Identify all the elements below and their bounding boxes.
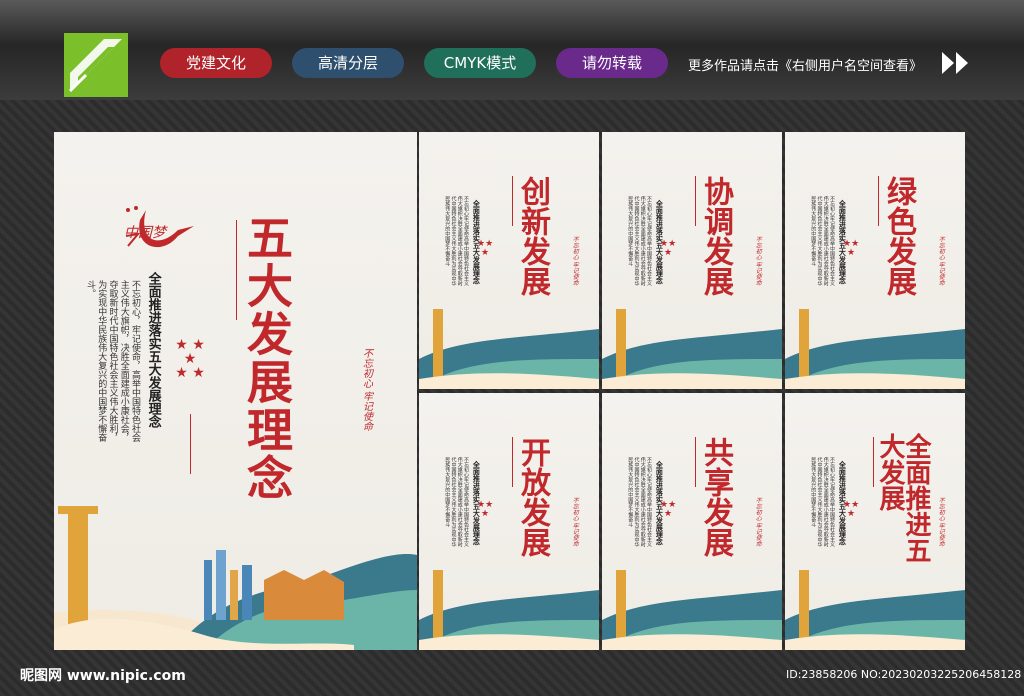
city-landscape	[602, 309, 782, 389]
tag-no-repost[interactable]: 请勿转载	[556, 48, 668, 78]
poster-sharing: 共享发展 ★★ ★ 全面推进落实五大发展理念 不忘初心牢记使命高举中国特色社会主义…	[602, 393, 782, 650]
main-title: 五大发展理念	[240, 214, 294, 502]
city-landscape	[419, 309, 599, 389]
title-divider	[236, 220, 237, 320]
poster-title: 绿色发展	[881, 176, 916, 296]
more-works-link[interactable]: 更多作品请点击《右侧用户名空间查看》	[688, 55, 922, 74]
title-divider	[695, 176, 696, 226]
main-subtitle: 全面推进落实五大发展理念	[145, 272, 161, 428]
main-body-text: 不忘初心，牢记使命，高举中国特色社会主义伟大旗帜，决胜全面建成小康社会，夺取新时…	[85, 280, 140, 442]
poster-subtitle: 全面推进落实五大发展理念	[472, 461, 482, 545]
poster-subtitle: 全面推进落实五大发展理念	[655, 461, 665, 545]
poster-title: 共享发展	[698, 437, 733, 557]
poster-title: 开放发展	[515, 437, 550, 557]
site-logo	[64, 33, 128, 97]
double-arrow-icon[interactable]	[942, 52, 972, 74]
city-landscape	[785, 309, 965, 389]
poster-comprehensive: 全面推进五大发展 ★★ ★ 全面推进落实五大发展理念 不忘初心牢记使命高举中国特色…	[785, 393, 965, 650]
tag-party-culture[interactable]: 党建文化	[160, 48, 272, 78]
poster-body: 不忘初心牢记使命高举中国特色社会主义伟大旗帜决胜全面建成小康社会夺取新时代中国特…	[627, 457, 652, 547]
title-divider	[873, 437, 874, 487]
main-seal: 不忘初心 牢记使命	[360, 348, 372, 432]
poster-body: 不忘初心牢记使命高举中国特色社会主义伟大旗帜决胜全面建成小康社会夺取新时代中国特…	[444, 457, 469, 547]
image-id: ID:23858206 NO:20230203225206458128	[786, 668, 1022, 681]
poster-innovation: 创新发展 ★★ ★ 全面推进落实五大发展理念 不忘初心牢记使命高举中国特色社会主义…	[419, 132, 599, 389]
city-landscape	[785, 570, 965, 650]
tag-cmyk[interactable]: CMYK模式	[424, 48, 536, 78]
title-divider	[512, 437, 513, 487]
poster-subtitle: 全面推进落实五大发展理念	[655, 200, 665, 284]
china-dream-logo: 中国梦	[118, 200, 202, 260]
city-landscape	[54, 506, 417, 650]
poster-title: 协调发展	[698, 176, 733, 296]
poster-title: 创新发展	[515, 176, 550, 296]
stars-ornament: ★ ★ ★ ★ ★	[175, 337, 205, 381]
title-divider	[512, 176, 513, 226]
poster-openness: 开放发展 ★★ ★ 全面推进落实五大发展理念 不忘初心牢记使命高举中国特色社会主义…	[419, 393, 599, 650]
poster-body: 不忘初心牢记使命高举中国特色社会主义伟大旗帜决胜全面建成小康社会夺取新时代中国特…	[810, 196, 835, 286]
poster-body: 不忘初心牢记使命高举中国特色社会主义伟大旗帜决胜全面建成小康社会夺取新时代中国特…	[810, 457, 835, 547]
main-poster: 五大发展理念 ★ ★ ★ ★ ★ 中国梦 全面推进落实五大发展理念 不忘初心，牢…	[54, 132, 417, 650]
poster-body: 不忘初心牢记使命高举中国特色社会主义伟大旗帜决胜全面建成小康社会夺取新时代中国特…	[444, 196, 469, 286]
poster-subtitle: 全面推进落实五大发展理念	[838, 461, 848, 545]
poster-body: 不忘初心牢记使命高举中国特色社会主义伟大旗帜决胜全面建成小康社会夺取新时代中国特…	[627, 196, 652, 286]
china-dream-logo-text: 中国梦	[124, 225, 166, 241]
city-landscape	[602, 570, 782, 650]
pen-icon	[68, 39, 122, 93]
title-divider	[695, 437, 696, 487]
tag-hd-layers[interactable]: 高清分层	[292, 48, 404, 78]
stars-divider	[190, 414, 191, 474]
city-landscape	[419, 570, 599, 650]
poster-green: 绿色发展 ★★ ★ 全面推进落实五大发展理念 不忘初心牢记使命高举中国特色社会主义…	[785, 132, 965, 389]
poster-subtitle: 全面推进落实五大发展理念	[472, 200, 482, 284]
top-banner: 党建文化 高清分层 CMYK模式 请勿转载 更多作品请点击《右侧用户名空间查看》	[0, 0, 1024, 100]
site-watermark: 昵图网 www.nipic.com	[20, 668, 186, 684]
poster-subtitle: 全面推进落实五大发展理念	[838, 200, 848, 284]
title-divider	[878, 176, 879, 226]
poster-coordination: 协调发展 ★★ ★ 全面推进落实五大发展理念 不忘初心牢记使命高举中国特色社会主义…	[602, 132, 782, 389]
